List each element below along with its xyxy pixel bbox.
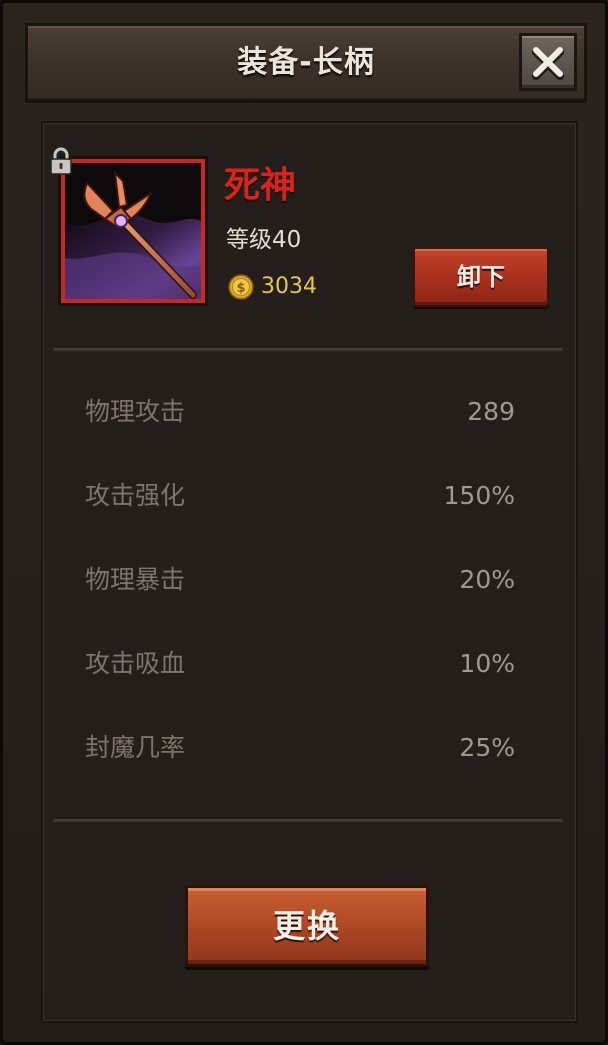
equipment-panel: 装备-长柄 死神 等级40 $ 3034 卸下 物理攻击 289 攻击强化 15… bbox=[0, 0, 608, 1045]
stats-list: 物理攻击 289 攻击强化 150% 物理暴击 20% 攻击吸血 10% 封魔几… bbox=[85, 371, 517, 791]
stat-value: 25% bbox=[459, 733, 515, 762]
stat-label: 攻击吸血 bbox=[85, 649, 186, 678]
stat-row-physical-attack: 物理攻击 289 bbox=[85, 371, 517, 455]
stat-label: 攻击强化 bbox=[85, 481, 186, 510]
unequip-button[interactable]: 卸下 bbox=[413, 247, 549, 307]
item-level: 等级40 bbox=[226, 227, 302, 253]
item-name: 死神 bbox=[224, 165, 297, 206]
stat-label: 物理暴击 bbox=[85, 565, 186, 594]
stat-label: 封魔几率 bbox=[85, 733, 186, 762]
item-image[interactable] bbox=[61, 159, 205, 303]
panel-title: 装备-长柄 bbox=[237, 45, 375, 80]
title-bar: 装备-长柄 bbox=[25, 23, 587, 103]
close-button[interactable] bbox=[519, 33, 577, 91]
gold-coin-icon: $ bbox=[228, 274, 254, 300]
replace-button[interactable]: 更换 bbox=[185, 885, 429, 967]
divider bbox=[53, 819, 563, 824]
lock-icon bbox=[50, 147, 72, 175]
divider bbox=[53, 348, 563, 353]
stat-row-attack-boost: 攻击强化 150% bbox=[85, 455, 517, 539]
stat-row-seal-chance: 封魔几率 25% bbox=[85, 707, 517, 791]
stat-label: 物理攻击 bbox=[85, 397, 186, 426]
stat-row-physical-crit: 物理暴击 20% bbox=[85, 539, 517, 623]
item-price: 3034 bbox=[261, 274, 317, 299]
stat-value: 10% bbox=[459, 649, 515, 678]
close-icon bbox=[532, 47, 564, 80]
stat-value: 150% bbox=[443, 481, 515, 510]
trident-icon bbox=[65, 163, 201, 299]
stat-value: 289 bbox=[467, 397, 515, 426]
stat-value: 20% bbox=[459, 565, 515, 594]
stat-row-lifesteal: 攻击吸血 10% bbox=[85, 623, 517, 707]
svg-text:$: $ bbox=[236, 281, 245, 296]
